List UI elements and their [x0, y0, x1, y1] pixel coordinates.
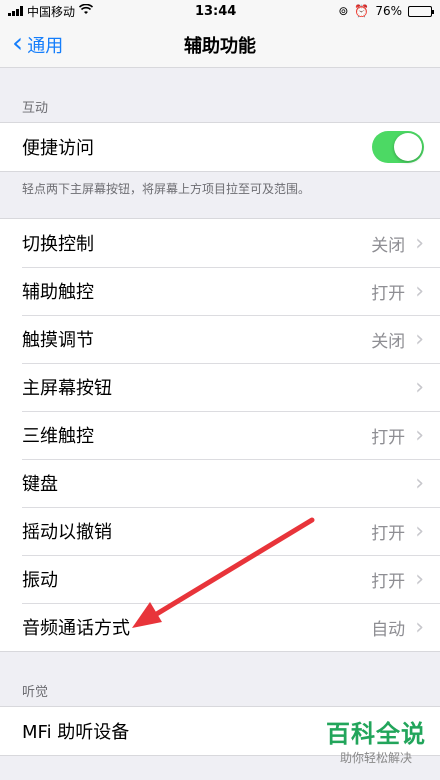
watermark-main: 百科全说: [326, 720, 426, 748]
watermark-sub: 助你轻松解决: [339, 751, 412, 765]
watermark-logo: 百科全说 助你轻松解决: [326, 714, 426, 766]
annotation-arrow: [132, 517, 315, 628]
